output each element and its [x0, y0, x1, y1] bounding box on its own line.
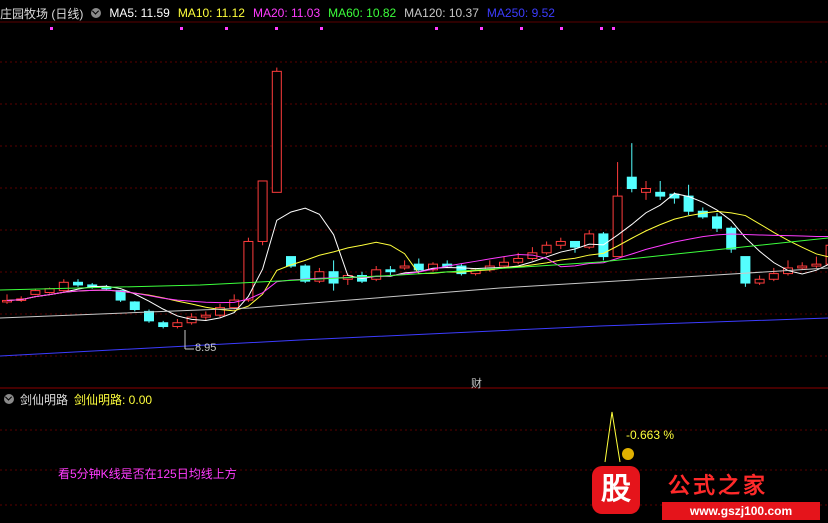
ma250-line [0, 317, 828, 357]
subpanel-settings-icon[interactable] [4, 394, 14, 404]
indicator-value: 剑仙明路: 0.00 [74, 392, 153, 407]
watermark-text: 公式之家 [668, 473, 769, 499]
candle-body [740, 256, 751, 284]
candle-body [314, 271, 325, 282]
subpanel-title: 剑仙明路 [20, 392, 69, 407]
signal-dot [435, 27, 438, 30]
candle-body [570, 240, 580, 248]
candle-body [768, 273, 779, 280]
candle-body [683, 195, 694, 212]
candle-body [754, 278, 765, 284]
ma120-label: MA120: 10.37 [404, 6, 479, 20]
candle-body [200, 314, 211, 318]
signal-dot [275, 27, 278, 30]
subpanel-header: 剑仙明路 剑仙明路: 0.00 [0, 391, 152, 407]
candle-body [626, 176, 637, 190]
signal-dot [600, 27, 603, 30]
ma250-label: MA250: 9.52 [486, 6, 555, 20]
candle-body [30, 290, 41, 295]
low-price-label: 8.95 [195, 342, 217, 354]
candle-body [144, 310, 154, 322]
candle-body [712, 216, 722, 229]
candle-body [129, 301, 140, 311]
ma10-line [6, 210, 828, 312]
stock-title: 庄园牧场 (日线) [0, 6, 84, 21]
candle-body [73, 281, 83, 286]
sad-face-icon [622, 448, 634, 460]
indicator-note: 看5分钟K线是否在125日均线上方 [58, 467, 237, 481]
candle-body [541, 244, 552, 254]
ma60-label: MA60: 10.82 [328, 6, 397, 20]
candle-body [655, 191, 666, 197]
signal-dot [320, 27, 323, 30]
signal-dot [180, 27, 183, 30]
candle-body [371, 269, 382, 280]
candle-body [513, 257, 524, 263]
candle-body [641, 188, 651, 193]
candle-body [797, 265, 808, 269]
candle-body [811, 263, 822, 267]
watermark-logo: 股 [592, 466, 640, 514]
signal-dot [520, 27, 523, 30]
candle-body [399, 265, 410, 269]
signal-dot [560, 27, 563, 30]
settings-circle-icon[interactable] [91, 8, 102, 18]
kline-chart[interactable] [0, 0, 828, 523]
candle-body [726, 227, 737, 250]
candle-body [555, 240, 566, 246]
candle-body [499, 261, 509, 267]
signal-dot [50, 27, 53, 30]
signal-dot [225, 27, 228, 30]
candle-body [257, 180, 268, 242]
chart-header: 庄园牧场 (日线) MA5: 11.59 MA10: 11.12 MA20: 1… [0, 4, 563, 22]
ma5-label: MA5: 11.59 [109, 6, 170, 20]
candle-body [158, 322, 169, 328]
ma10-label: MA10: 11.12 [177, 6, 245, 20]
candle-body [271, 70, 282, 193]
candle-body [58, 281, 69, 292]
indicator-spike [604, 411, 621, 463]
candle-body [385, 269, 396, 273]
finance-marker[interactable]: 财 [471, 375, 482, 391]
signal-dot [480, 27, 483, 30]
ma20-label: MA20: 11.03 [252, 6, 321, 20]
percent-label: -0.663 % [626, 428, 675, 442]
signal-dot [612, 27, 615, 30]
watermark-url: www.gszj100.com [662, 502, 820, 520]
candle-body [172, 322, 183, 328]
